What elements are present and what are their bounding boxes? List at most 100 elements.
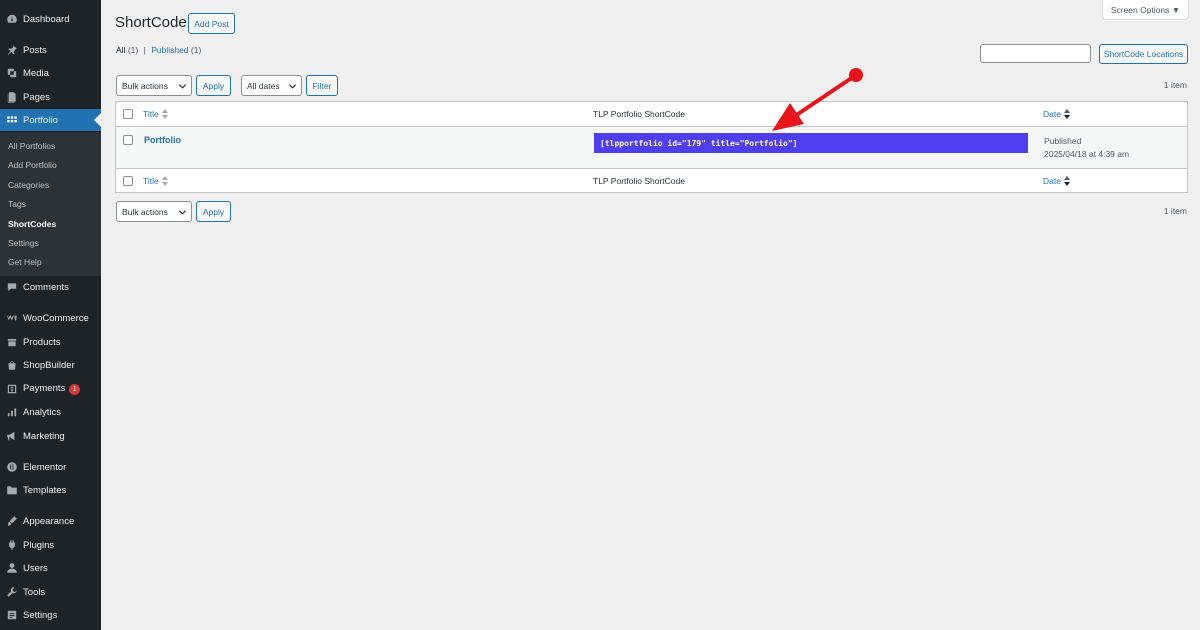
view-separator: | [143,45,146,55]
shortcode-locations-button[interactable]: ShortCode Locations [1099,44,1188,64]
analytics-icon [1,406,23,418]
menu-item-pages[interactable]: Pages [0,86,101,108]
dates-select[interactable]: All dates [241,75,302,96]
menu-label: ShopBuilder [23,359,75,371]
sort-desc-icon [1063,109,1070,119]
menu-item-payments[interactable]: Payments 1 [0,378,101,400]
admin-sidebar: Dashboard Posts Media Pages Portfolio Al… [0,0,101,630]
row-checkbox[interactable] [123,135,133,145]
menu-item-woocommerce[interactable]: WooCommerce [0,307,101,329]
chevron-down-icon [288,83,297,89]
menu-label: Plugins [23,539,55,551]
menu-label: Products [23,336,61,348]
menu-item-tools[interactable]: Tools [0,581,101,603]
menu-item-shopbuilder[interactable]: ShopBuilder [0,354,101,376]
title-column-label: Title [143,176,159,186]
menu-label: Analytics [23,406,62,418]
post-title-link[interactable]: Portfolio [144,135,181,145]
subsubsub-views: All (1) | Published (1) [116,45,201,55]
shortcode-column-header: TLP Portfolio ShortCode [593,109,685,119]
menu-label: WooCommerce [23,312,89,324]
dates-value: All dates [247,80,280,91]
woocommerce-icon [1,312,23,324]
title-column-footer[interactable]: Title [143,176,168,186]
menu-label: Dashboard [23,13,70,25]
sort-icon [161,109,168,119]
bulk-actions-select-bottom[interactable]: Bulk actions [116,201,192,222]
title-column-label: Title [143,109,159,119]
menu-item-posts[interactable]: Posts [0,39,101,61]
pages-icon [1,91,23,103]
filter-button[interactable]: Filter [306,75,338,96]
menu-label: Comments [23,281,69,293]
title-column-header[interactable]: Title [143,109,168,119]
menu-item-portfolio[interactable]: Portfolio [0,109,101,131]
view-published-count: (1) [190,45,202,55]
post-date: 2025/04/18 at 4:39 am [1044,149,1130,159]
view-all-link[interactable]: All [116,45,125,55]
submenu-all-portfolios[interactable]: All Portfolios [8,141,55,151]
apply-button-top[interactable]: Apply [196,75,231,96]
add-post-button[interactable]: Add Post [188,13,235,34]
templates-icon [1,484,23,496]
submenu-tags[interactable]: Tags [8,199,26,209]
tools-icon [1,586,23,598]
menu-label: Posts [23,44,47,56]
page-title: ShortCode [115,14,187,31]
menu-item-templates[interactable]: Templates [0,479,101,501]
users-icon [1,562,23,574]
bulk-actions-select-top[interactable]: Bulk actions [116,75,192,96]
appearance-icon [1,515,23,527]
bulk-actions-value: Bulk actions [122,206,168,217]
view-all-count: (1) [127,45,139,55]
screen-options-button[interactable]: Screen Options ▼ [1102,0,1189,20]
menu-label: Tools [23,586,46,598]
select-all-checkbox[interactable] [123,109,133,119]
comments-icon [1,281,23,293]
shopbuilder-icon [1,359,23,371]
menu-item-plugins[interactable]: Plugins [0,534,101,556]
menu-item-elementor[interactable]: Elementor [0,456,101,478]
plugins-icon [1,539,23,551]
submenu-settings[interactable]: Settings [8,238,39,248]
menu-item-products[interactable]: Products [0,331,101,353]
apply-button-bottom[interactable]: Apply [196,201,231,222]
posts-table: Title TLP Portfolio ShortCode Date Portf… [115,101,1188,193]
menu-label: Users [23,562,48,574]
payments-badge: 1 [69,384,81,395]
submenu-add-portfolio[interactable]: Add Portfolio [8,160,57,170]
date-column-label: Date [1043,109,1061,119]
search-input[interactable] [980,44,1091,63]
items-count-top: 1 item [1163,80,1187,90]
menu-item-appearance[interactable]: Appearance [0,510,101,532]
submenu-categories[interactable]: Categories [8,180,49,190]
menu-item-analytics[interactable]: Analytics [0,401,101,423]
menu-item-media[interactable]: Media [0,62,101,84]
menu-label: Appearance [23,515,75,527]
menu-item-dashboard[interactable]: Dashboard [0,8,101,30]
shortcode-value[interactable]: [tlpportfolio id="179" title="Portfolio"… [594,133,1028,153]
table-row: Portfolio [tlpportfolio id="179" title="… [116,127,1187,169]
elementor-icon [1,461,23,473]
menu-item-users[interactable]: Users [0,557,101,579]
menu-item-marketing[interactable]: Marketing [0,425,101,447]
date-column-footer[interactable]: Date [1043,176,1070,186]
submenu-shortcodes[interactable]: ShortCodes [8,219,56,229]
items-count-bottom: 1 item [1163,206,1187,216]
payments-label: Payments [23,383,66,394]
select-all-checkbox-footer[interactable] [123,176,133,186]
shortcode-column-footer: TLP Portfolio ShortCode [593,176,685,186]
view-published-link[interactable]: Published [151,45,188,55]
submenu-get-help[interactable]: Get Help [8,257,42,267]
menu-item-settings[interactable]: Settings [0,604,101,626]
post-status: Published [1044,136,1082,146]
date-column-header[interactable]: Date [1043,109,1070,119]
products-icon [1,336,23,348]
menu-item-comments[interactable]: Comments [0,276,101,298]
post-date-cell: Published 2025/04/18 at 4:39 am [1044,135,1129,161]
bulk-actions-value: Bulk actions [122,80,168,91]
chevron-down-icon [178,209,187,215]
chevron-down-icon [178,83,187,89]
marketing-icon [1,430,23,442]
sort-icon [161,176,168,186]
